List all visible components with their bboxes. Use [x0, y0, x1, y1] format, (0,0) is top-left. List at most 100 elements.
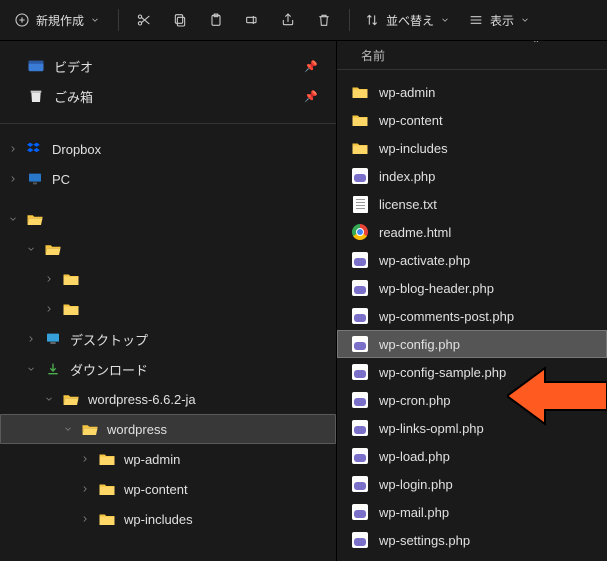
folder-icon: [62, 270, 80, 288]
file-item-wp-comments-post-php[interactable]: wp-comments-post.php: [337, 302, 607, 330]
tree-item-obscured[interactable]: [0, 264, 336, 294]
file-item-wp-load-php[interactable]: wp-load.php: [337, 442, 607, 470]
share-icon: [280, 12, 296, 28]
folder-icon: [98, 510, 116, 528]
php-file-icon: [351, 279, 369, 297]
tree-wp-content[interactable]: wp-content: [0, 474, 336, 504]
file-item-wp-admin[interactable]: wp-admin: [337, 78, 607, 106]
text-file-icon: [351, 195, 369, 213]
sort-icon: [364, 12, 380, 28]
tree-item-obscured[interactable]: [0, 204, 336, 234]
chevron-right-icon[interactable]: [78, 452, 92, 466]
file-item-wp-settings-php[interactable]: wp-settings.php: [337, 526, 607, 554]
file-item-wp-config-php[interactable]: wp-config.php: [337, 330, 607, 358]
file-item-wp-links-opml-php[interactable]: wp-links-opml.php: [337, 414, 607, 442]
tree-item-obscured[interactable]: [0, 234, 336, 264]
trash-icon: [316, 12, 332, 28]
chevron-right-icon[interactable]: [78, 512, 92, 526]
file-name: wp-activate.php: [379, 253, 470, 268]
file-item-wp-blog-header-php[interactable]: wp-blog-header.php: [337, 274, 607, 302]
file-name: wp-mail.php: [379, 505, 449, 520]
tree-item-obscured[interactable]: [0, 294, 336, 324]
dropbox-icon: [26, 140, 44, 158]
pin-icon: 📌: [304, 90, 318, 103]
folder-icon: [98, 480, 116, 498]
file-item-wp-login-php[interactable]: wp-login.php: [337, 470, 607, 498]
pc-icon: [26, 170, 44, 188]
sort-label: 並べ替え: [386, 12, 434, 29]
file-name: wp-comments-post.php: [379, 309, 514, 324]
folder-icon: [26, 210, 44, 228]
share-button[interactable]: [273, 5, 303, 35]
file-name: wp-admin: [379, 85, 435, 100]
sort-button[interactable]: 並べ替え: [360, 5, 458, 35]
tree-downloads[interactable]: ダウンロード: [0, 354, 336, 384]
tree-dropbox[interactable]: Dropbox: [0, 134, 336, 164]
quick-trash[interactable]: ごみ箱 📌: [0, 81, 336, 111]
file-item-wp-includes[interactable]: wp-includes: [337, 134, 607, 162]
separator: [118, 9, 119, 31]
tree-wordpress-archive[interactable]: wordpress-6.6.2-ja: [0, 384, 336, 414]
file-item-wp-cron-php[interactable]: wp-cron.php: [337, 386, 607, 414]
tree-label: wp-includes: [124, 512, 193, 527]
chevron-right-icon[interactable]: [78, 482, 92, 496]
file-list-pane: ⌃ 名前 wp-adminwp-contentwp-includesindex.…: [337, 41, 607, 561]
delete-button[interactable]: [309, 5, 339, 35]
view-button[interactable]: 表示: [464, 5, 538, 35]
file-item-wp-config-sample-php[interactable]: wp-config-sample.php: [337, 358, 607, 386]
php-file-icon: [351, 167, 369, 185]
tree-desktop[interactable]: デスクトップ: [0, 324, 336, 354]
paste-button[interactable]: [201, 5, 231, 35]
chevron-right-icon[interactable]: [42, 272, 56, 286]
download-icon: [44, 360, 62, 378]
cut-button[interactable]: [129, 5, 159, 35]
rename-icon: [244, 12, 260, 28]
tree-pc[interactable]: PC: [0, 164, 336, 194]
file-item-index-php[interactable]: index.php: [337, 162, 607, 190]
file-item-wp-content[interactable]: wp-content: [337, 106, 607, 134]
scissors-icon: [136, 12, 152, 28]
file-name: index.php: [379, 169, 435, 184]
rename-button[interactable]: [237, 5, 267, 35]
chevron-down-icon: [520, 15, 530, 25]
copy-button[interactable]: [165, 5, 195, 35]
tree-wp-admin[interactable]: wp-admin: [0, 444, 336, 474]
desktop-icon: [44, 330, 62, 348]
pin-icon: 📌: [304, 60, 318, 73]
tree-label: wp-content: [124, 482, 188, 497]
chevron-right-icon[interactable]: [24, 332, 38, 346]
folder-icon: [62, 390, 80, 408]
chevron-down-icon[interactable]: [24, 242, 38, 256]
folder-icon: [62, 300, 80, 318]
file-name: wp-login.php: [379, 477, 453, 492]
plus-icon: [14, 12, 30, 28]
tree-label: wp-admin: [124, 452, 180, 467]
tree-wp-includes[interactable]: wp-includes: [0, 504, 336, 534]
chevron-down-icon[interactable]: [6, 212, 20, 226]
chevron-down-icon[interactable]: [42, 392, 56, 406]
tree-label: wordpress-6.6.2-ja: [88, 392, 196, 407]
quick-label: ビデオ: [54, 57, 93, 76]
new-label: 新規作成: [36, 12, 84, 29]
chevron-right-icon[interactable]: [6, 172, 20, 186]
php-file-icon: [351, 391, 369, 409]
new-button[interactable]: 新規作成: [10, 5, 108, 35]
file-item-readme-html[interactable]: readme.html: [337, 218, 607, 246]
quick-video[interactable]: ビデオ 📌: [0, 51, 336, 81]
php-file-icon: [351, 419, 369, 437]
chevron-right-icon[interactable]: [42, 302, 56, 316]
chevron-down-icon: [90, 15, 100, 25]
separator: [0, 123, 336, 124]
tree-label: PC: [52, 172, 70, 187]
view-label: 表示: [490, 12, 514, 29]
chevron-right-icon[interactable]: [6, 142, 20, 156]
column-header-name[interactable]: 名前: [337, 41, 607, 70]
file-item-license-txt[interactable]: license.txt: [337, 190, 607, 218]
tree-wordpress[interactable]: wordpress: [0, 414, 336, 444]
chevron-down-icon[interactable]: [61, 422, 75, 436]
file-item-wp-activate-php[interactable]: wp-activate.php: [337, 246, 607, 274]
file-name: wp-load.php: [379, 449, 450, 464]
file-item-wp-mail-php[interactable]: wp-mail.php: [337, 498, 607, 526]
chevron-down-icon[interactable]: [24, 362, 38, 376]
file-name: license.txt: [379, 197, 437, 212]
